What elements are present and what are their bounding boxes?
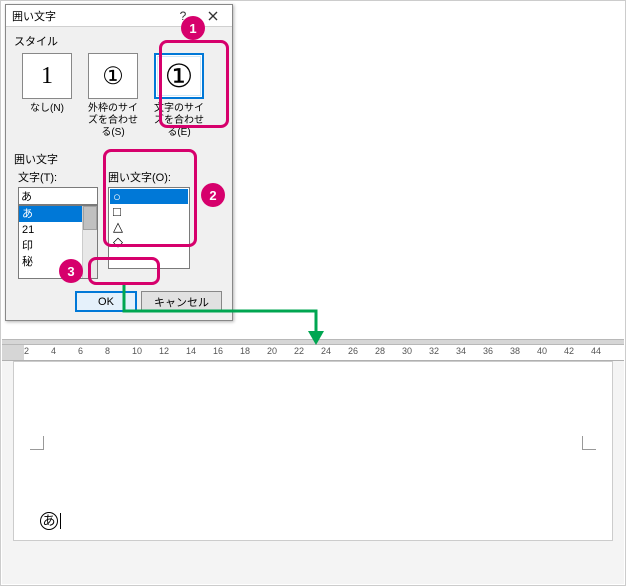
ruler-tick: 42 (564, 346, 574, 356)
shape-label: 囲い文字(O): (108, 169, 190, 185)
ruler-tick: 34 (456, 346, 466, 356)
list-item[interactable]: ◇ (110, 234, 188, 249)
crop-mark-icon (30, 436, 44, 450)
ruler-tick: 30 (402, 346, 412, 356)
ruler-tick: 8 (105, 346, 110, 356)
document-text: あ (40, 512, 61, 530)
ruler-tick: 4 (51, 346, 56, 356)
style-shrink-frame-icon: ① (88, 53, 138, 99)
ruler-tick: 22 (294, 346, 304, 356)
ok-button[interactable]: OK (75, 291, 137, 312)
ruler-tick: 36 (483, 346, 493, 356)
shape-column: 囲い文字(O): ○ □ △ ◇ (108, 169, 190, 279)
ruler-tick: 16 (213, 346, 223, 356)
ruler-tick: 28 (375, 346, 385, 356)
style-shrink-text[interactable]: ① 文字のサイズを合わせる(E) (150, 53, 208, 139)
shape-listbox[interactable]: ○ □ △ ◇ (108, 187, 190, 269)
text-cursor (60, 513, 61, 529)
close-icon (208, 11, 218, 21)
style-shrink-frame-label: 外枠のサイズを合わせる(S) (84, 103, 142, 139)
list-item[interactable]: △ (110, 219, 188, 234)
ruler-tick: 2 (24, 346, 29, 356)
marker-1: 1 (181, 16, 205, 40)
page: あ (13, 361, 613, 541)
ruler-tick: 20 (267, 346, 277, 356)
ruler-tick: 12 (159, 346, 169, 356)
ruler-tick: 26 (348, 346, 358, 356)
ruler-tick: 38 (510, 346, 520, 356)
enclose-section-label: 囲い文字 (6, 145, 232, 169)
ruler-tick: 10 (132, 346, 142, 356)
text-column: 文字(T): あ 21 印 秘 (18, 169, 98, 279)
style-none-icon: 1 (22, 53, 72, 99)
cancel-button[interactable]: キャンセル (141, 291, 222, 312)
enclose-row: 文字(T): あ 21 印 秘 囲い文字(O): ○ □ △ ◇ (6, 169, 232, 285)
style-options: 1 なし(N) ① 外枠のサイズを合わせる(S) ① 文字のサイズを合わせる(E… (6, 51, 232, 145)
crop-mark-icon (582, 436, 596, 450)
ruler-tick: 44 (591, 346, 601, 356)
ruler-tick: 40 (537, 346, 547, 356)
list-item[interactable]: ○ (110, 189, 188, 204)
enclose-character-dialog: 囲い文字 ? スタイル 1 なし(N) ① 外枠のサイズを合わせる(S) ① 文… (5, 4, 233, 321)
ruler-tick: 14 (186, 346, 196, 356)
scrollbar-thumb[interactable] (83, 206, 97, 230)
style-none[interactable]: 1 なし(N) (18, 53, 76, 139)
button-row: OK キャンセル (6, 285, 232, 320)
ruler-tick: 6 (78, 346, 83, 356)
scrollbar[interactable] (82, 206, 97, 278)
text-label: 文字(T): (18, 169, 98, 185)
list-item[interactable]: 印 (19, 238, 82, 254)
document-area: あ (2, 361, 624, 584)
style-shrink-frame[interactable]: ① 外枠のサイズを合わせる(S) (84, 53, 142, 139)
text-input[interactable] (18, 187, 98, 205)
ruler-tick: 18 (240, 346, 250, 356)
style-shrink-text-icon: ① (154, 53, 204, 99)
marker-2: 2 (201, 183, 225, 207)
ruler-tick: 24 (321, 346, 331, 356)
ruler-tick: 32 (429, 346, 439, 356)
dialog-title: 囲い文字 (12, 8, 168, 24)
style-shrink-text-label: 文字のサイズを合わせる(E) (150, 103, 208, 139)
ruler: 2468101214161820222426283032343638404244 (2, 345, 624, 361)
marker-3: 3 (59, 259, 83, 283)
style-none-label: なし(N) (18, 103, 76, 115)
list-item[interactable]: □ (110, 204, 188, 219)
text-listbox[interactable]: あ 21 印 秘 (18, 205, 98, 279)
circled-character: あ (40, 512, 58, 530)
list-item[interactable]: 21 (19, 222, 82, 238)
list-item[interactable]: あ (19, 206, 82, 222)
